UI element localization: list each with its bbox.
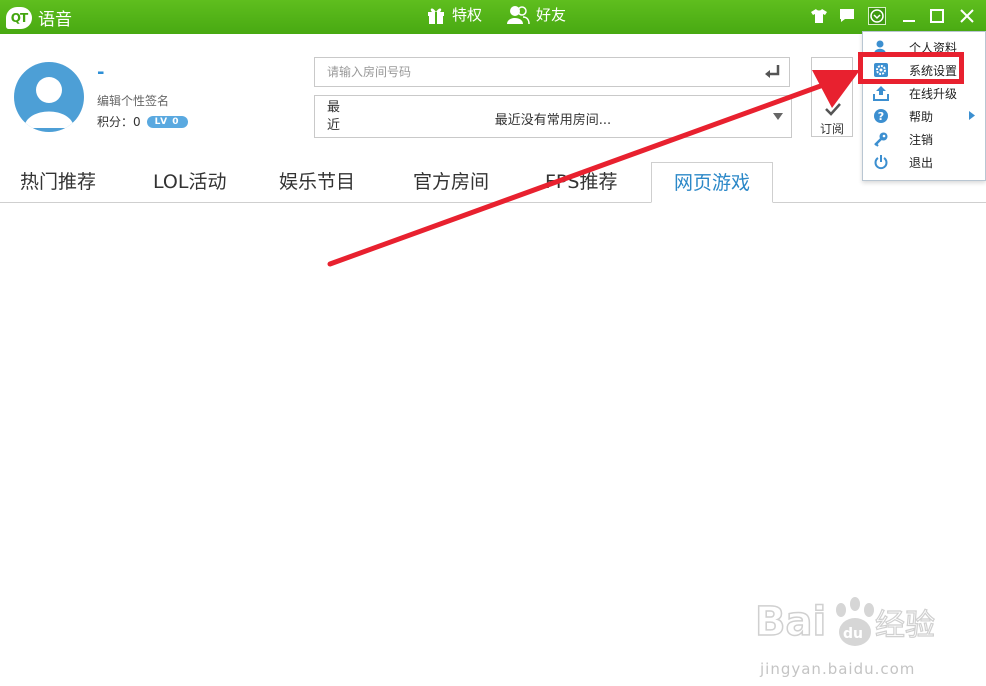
svg-text:Bai: Bai	[755, 599, 826, 645]
svg-text:经验: 经验	[875, 608, 935, 643]
annotation-arrow	[327, 70, 860, 267]
baidu-watermark-logo: Bai du 经验	[755, 597, 936, 646]
watermark-url: jingyan.baidu.com	[760, 660, 916, 678]
svg-text:du: du	[843, 626, 863, 642]
